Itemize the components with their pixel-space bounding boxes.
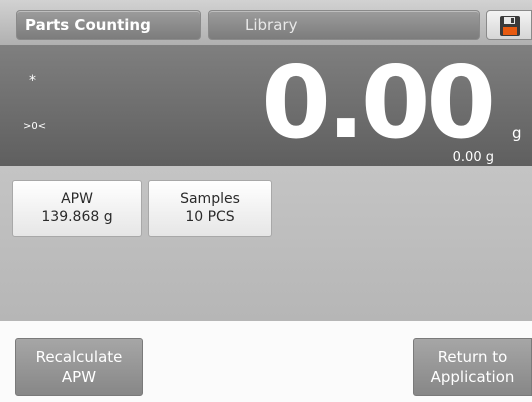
library-tab-label: Library [245,16,298,34]
floppy-disk-icon [500,16,520,36]
application-mode-tab[interactable]: Parts Counting [16,10,201,40]
apw-card[interactable]: APW 139.868 g [12,180,142,237]
primary-weight-reading: 0.00 [261,44,496,161]
apw-label: APW [61,191,93,207]
secondary-weight-reading: 0.00 g [452,150,494,165]
recalculate-apw-button[interactable]: Recalculate APW [15,338,143,396]
recalculate-line2: APW [61,368,97,386]
return-line2: Application [430,368,515,386]
library-tab[interactable]: Library [208,10,480,40]
stability-indicator: * [29,73,36,89]
info-panel: APW 139.868 g Samples 10 PCS [0,166,532,321]
return-to-application-button[interactable]: Return to Application [413,338,532,396]
weight-display: * >0< 0.00 g 0.00 g [0,44,532,166]
footer-bar: Recalculate APW Return to Application [0,321,532,402]
return-line1: Return to [437,348,508,366]
save-button[interactable] [486,10,532,40]
application-mode-label: Parts Counting [25,16,151,34]
apw-value: 139.868 g [41,209,113,225]
header-bar: Parts Counting Library [0,0,532,45]
samples-value: 10 PCS [185,209,235,225]
recalculate-line1: Recalculate [35,348,123,366]
center-of-zero-indicator: >0< [23,121,47,132]
weight-unit: g [512,124,522,142]
samples-label: Samples [180,191,240,207]
samples-card[interactable]: Samples 10 PCS [148,180,272,237]
